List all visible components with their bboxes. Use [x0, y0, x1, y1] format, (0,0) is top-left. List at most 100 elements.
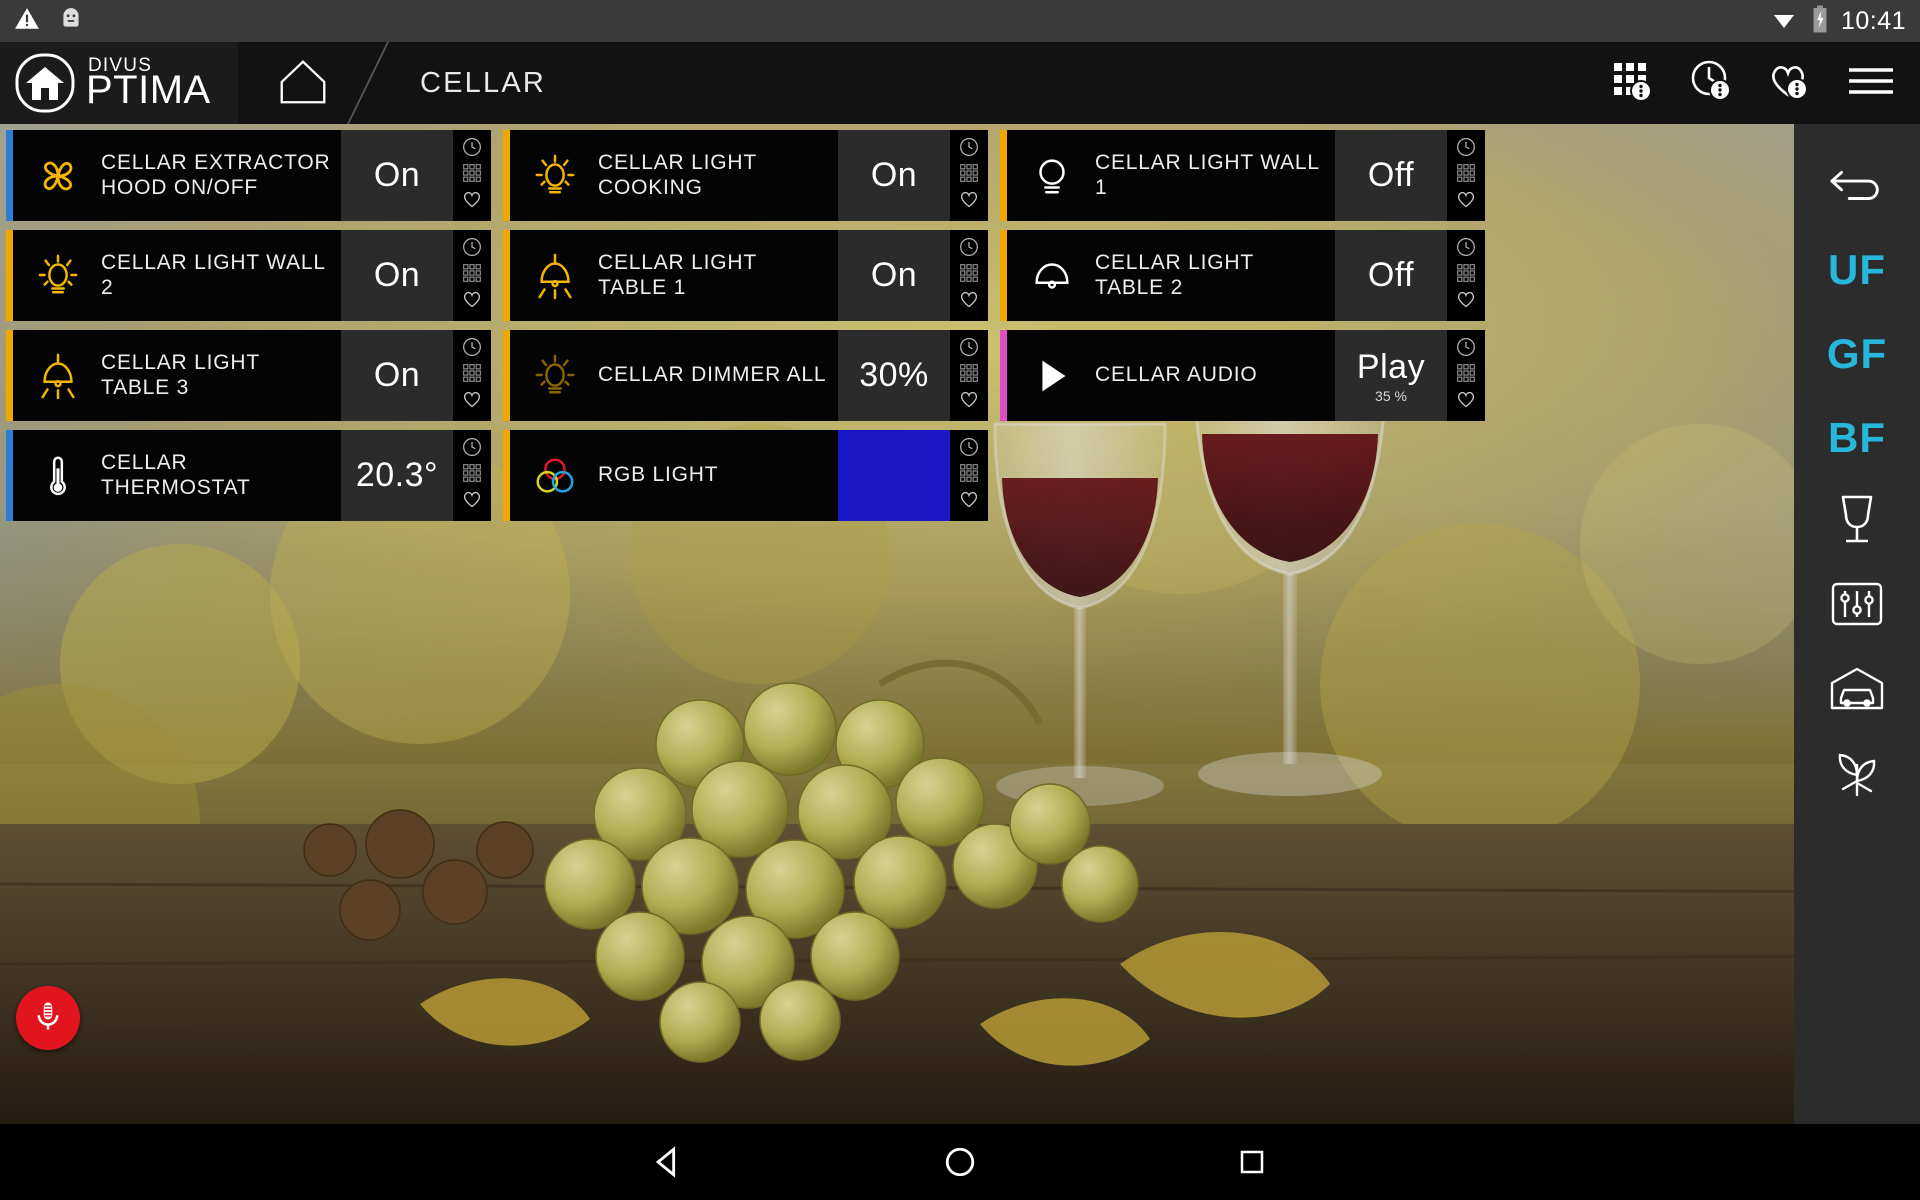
favorite-heart-icon[interactable] [1455, 289, 1477, 314]
favorite-heart-icon[interactable] [1455, 389, 1477, 414]
bulb-plain-icon [1029, 153, 1075, 199]
tile-body[interactable]: CELLAR DIMMER ALL [510, 330, 838, 421]
voice-control-button[interactable] [16, 986, 80, 1050]
keypad-grid-icon[interactable] [462, 363, 482, 388]
tile-cellar-extractor-hood[interactable]: CELLAR EXTRACTOR HOOD ON/OFF On [6, 130, 491, 221]
tile-value-area[interactable]: 30% [838, 330, 950, 421]
device-tile-grid: CELLAR EXTRACTOR HOOD ON/OFF On CELLAR L… [6, 124, 1486, 521]
tile-accent-bar [6, 430, 13, 521]
brand-logo-area[interactable]: DIVUS PTIMA [0, 42, 238, 124]
schedule-clock-icon[interactable] [462, 437, 482, 462]
keypad-grid-icon[interactable] [1456, 163, 1476, 188]
tile-body[interactable]: CELLAR LIGHT WALL 2 [13, 230, 341, 321]
schedule-clock-icon[interactable] [959, 337, 979, 362]
tile-cellar-light-wall-2[interactable]: CELLAR LIGHT WALL 2 On [6, 230, 491, 321]
favorite-heart-icon[interactable] [958, 189, 980, 214]
keypad-grid-icon[interactable] [959, 263, 979, 288]
wifi-icon [1769, 7, 1799, 36]
tile-value-area[interactable]: Off [1335, 230, 1447, 321]
tile-cellar-light-wall-1[interactable]: CELLAR LIGHT WALL 1 Off [1000, 130, 1485, 221]
tile-rgb-light[interactable]: RGB LIGHT [503, 430, 988, 521]
tile-cellar-light-table-3[interactable]: CELLAR LIGHT TABLE 3 On [6, 330, 491, 421]
tile-cellar-light-table-2[interactable]: CELLAR LIGHT TABLE 2 Off [1000, 230, 1485, 321]
tile-cellar-light-cooking[interactable]: CELLAR LIGHT COOKING On [503, 130, 988, 221]
schedule-clock-icon[interactable] [462, 137, 482, 162]
hamburger-menu-icon[interactable] [1846, 61, 1896, 106]
home-circle-icon[interactable] [939, 1141, 981, 1183]
tile-body[interactable]: CELLAR LIGHT COOKING [510, 130, 838, 221]
keypad-grid-icon[interactable] [959, 463, 979, 488]
favorite-heart-icon[interactable] [461, 489, 483, 514]
sidebar-item-garage-car[interactable] [1794, 650, 1920, 730]
schedule-clock-icon[interactable] [959, 437, 979, 462]
keypad-grid-icon[interactable] [1456, 263, 1476, 288]
tile-value-area[interactable]: On [341, 330, 453, 421]
android-nav-bar [0, 1124, 1920, 1200]
tile-label: CELLAR DIMMER ALL [598, 363, 827, 387]
keypad-grid-icon[interactable] [959, 363, 979, 388]
sidebar-item-back-button[interactable] [1794, 146, 1920, 226]
tile-side-actions [453, 330, 491, 421]
tile-body[interactable]: CELLAR LIGHT WALL 1 [1007, 130, 1335, 221]
favorite-heart-icon[interactable] [958, 489, 980, 514]
tile-value-area[interactable]: On [838, 230, 950, 321]
tile-body[interactable]: RGB LIGHT [510, 430, 838, 521]
tile-body[interactable]: CELLAR LIGHT TABLE 2 [1007, 230, 1335, 321]
tile-body[interactable]: CELLAR LIGHT TABLE 3 [13, 330, 341, 421]
sidebar-item-floor-gf[interactable]: GF [1794, 314, 1920, 394]
keypad-grid-icon[interactable] [462, 263, 482, 288]
android-status-bar: 10:41 [0, 0, 1920, 42]
sidebar-item-settings-sliders[interactable] [1794, 566, 1920, 646]
tile-cellar-dimmer-all[interactable]: CELLAR DIMMER ALL 30% [503, 330, 988, 421]
tile-side-actions [950, 330, 988, 421]
sidebar-item-cellar-wine-glass[interactable] [1794, 482, 1920, 562]
schedule-clock-icon[interactable] [1456, 137, 1476, 162]
sidebar-item-floor-uf[interactable]: UF [1794, 230, 1920, 310]
tile-cellar-thermostat[interactable]: CELLAR THERMOSTAT 20.3° [6, 430, 491, 521]
schedule-clock-icon[interactable] [959, 137, 979, 162]
bulb-rays-icon [35, 253, 81, 299]
sidebar-item-garden-plant[interactable] [1794, 734, 1920, 814]
sidebar-item-floor-bf[interactable]: BF [1794, 398, 1920, 478]
favorite-heart-icon[interactable] [461, 189, 483, 214]
keypad-grid-icon[interactable] [462, 163, 482, 188]
tile-body[interactable]: CELLAR AUDIO [1007, 330, 1335, 421]
favorites-heart-icon[interactable] [1768, 59, 1812, 108]
favorite-heart-icon[interactable] [461, 289, 483, 314]
tile-body[interactable]: CELLAR LIGHT TABLE 1 [510, 230, 838, 321]
tile-body[interactable]: CELLAR EXTRACTOR HOOD ON/OFF [13, 130, 341, 221]
tile-value: Play [1356, 347, 1426, 386]
app-header: DIVUS PTIMA CELLAR [0, 42, 1920, 124]
schedule-clock-icon[interactable] [959, 237, 979, 262]
breadcrumb-home-button[interactable] [238, 42, 368, 124]
favorite-heart-icon[interactable] [958, 289, 980, 314]
tile-value-area[interactable] [838, 430, 950, 521]
tile-cellar-audio[interactable]: CELLAR AUDIO Play 35 % [1000, 330, 1485, 421]
tile-cellar-light-table-1[interactable]: CELLAR LIGHT TABLE 1 On [503, 230, 988, 321]
favorite-heart-icon[interactable] [958, 389, 980, 414]
tile-value-area[interactable]: On [838, 130, 950, 221]
tile-label: CELLAR LIGHT WALL 2 [101, 250, 326, 299]
tile-value-area[interactable]: On [341, 130, 453, 221]
keypad-grid-icon[interactable] [462, 463, 482, 488]
keypad-grid-icon[interactable] [1456, 363, 1476, 388]
scenes-grid-icon[interactable] [1612, 59, 1656, 108]
tile-body[interactable]: CELLAR THERMOSTAT [13, 430, 341, 521]
recents-square-icon[interactable] [1231, 1141, 1273, 1183]
tile-value-area[interactable]: On [341, 230, 453, 321]
right-sidebar: UF GF BF [1794, 124, 1920, 1124]
tile-value: 30% [859, 356, 929, 394]
timer-clock-icon[interactable] [1690, 59, 1734, 108]
favorite-heart-icon[interactable] [461, 389, 483, 414]
schedule-clock-icon[interactable] [462, 237, 482, 262]
sliders-icon [1830, 580, 1884, 633]
tile-value-area[interactable]: Play 35 % [1335, 330, 1447, 421]
schedule-clock-icon[interactable] [1456, 337, 1476, 362]
schedule-clock-icon[interactable] [1456, 237, 1476, 262]
back-triangle-icon[interactable] [647, 1141, 689, 1183]
schedule-clock-icon[interactable] [462, 337, 482, 362]
favorite-heart-icon[interactable] [1455, 189, 1477, 214]
tile-value-area[interactable]: 20.3° [341, 430, 453, 521]
tile-value-area[interactable]: Off [1335, 130, 1447, 221]
keypad-grid-icon[interactable] [959, 163, 979, 188]
